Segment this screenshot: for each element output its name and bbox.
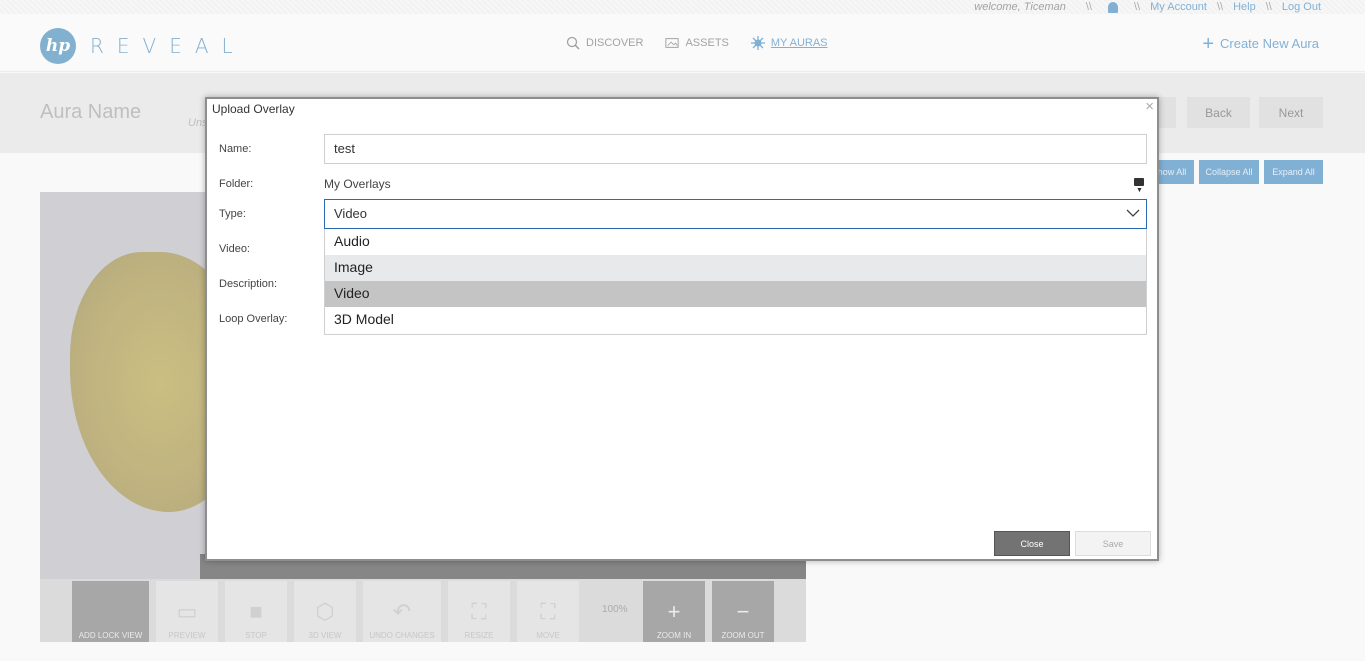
- type-dropdown-list: Audio Image Video 3D Model: [324, 229, 1147, 335]
- type-select[interactable]: Video: [324, 199, 1147, 229]
- dialog-title: Upload Overlay: [212, 102, 295, 116]
- save-button[interactable]: Save: [1075, 531, 1151, 556]
- type-option-image[interactable]: Image: [325, 255, 1146, 281]
- type-label: Type:: [219, 208, 246, 220]
- upload-overlay-dialog: Upload Overlay × Name: test Folder: My O…: [205, 97, 1159, 561]
- close-icon[interactable]: ×: [1145, 98, 1154, 115]
- type-option-audio[interactable]: Audio: [325, 229, 1146, 255]
- video-label: Video:: [219, 243, 250, 255]
- caret-down-icon[interactable]: ▼: [1136, 187, 1143, 194]
- type-option-video[interactable]: Video: [325, 281, 1146, 307]
- close-button[interactable]: Close: [994, 531, 1070, 556]
- folder-label: Folder:: [219, 178, 254, 190]
- loop-overlay-label: Loop Overlay:: [219, 313, 288, 325]
- name-label: Name:: [219, 143, 252, 155]
- folder-icon[interactable]: [1134, 178, 1144, 186]
- type-option-3d-model[interactable]: 3D Model: [325, 307, 1146, 333]
- folder-value: My Overlays: [324, 177, 391, 191]
- chevron-down-icon: [1126, 209, 1140, 217]
- name-field[interactable]: test: [324, 134, 1147, 164]
- description-label: Description:: [219, 278, 278, 290]
- type-select-value: Video: [334, 206, 368, 221]
